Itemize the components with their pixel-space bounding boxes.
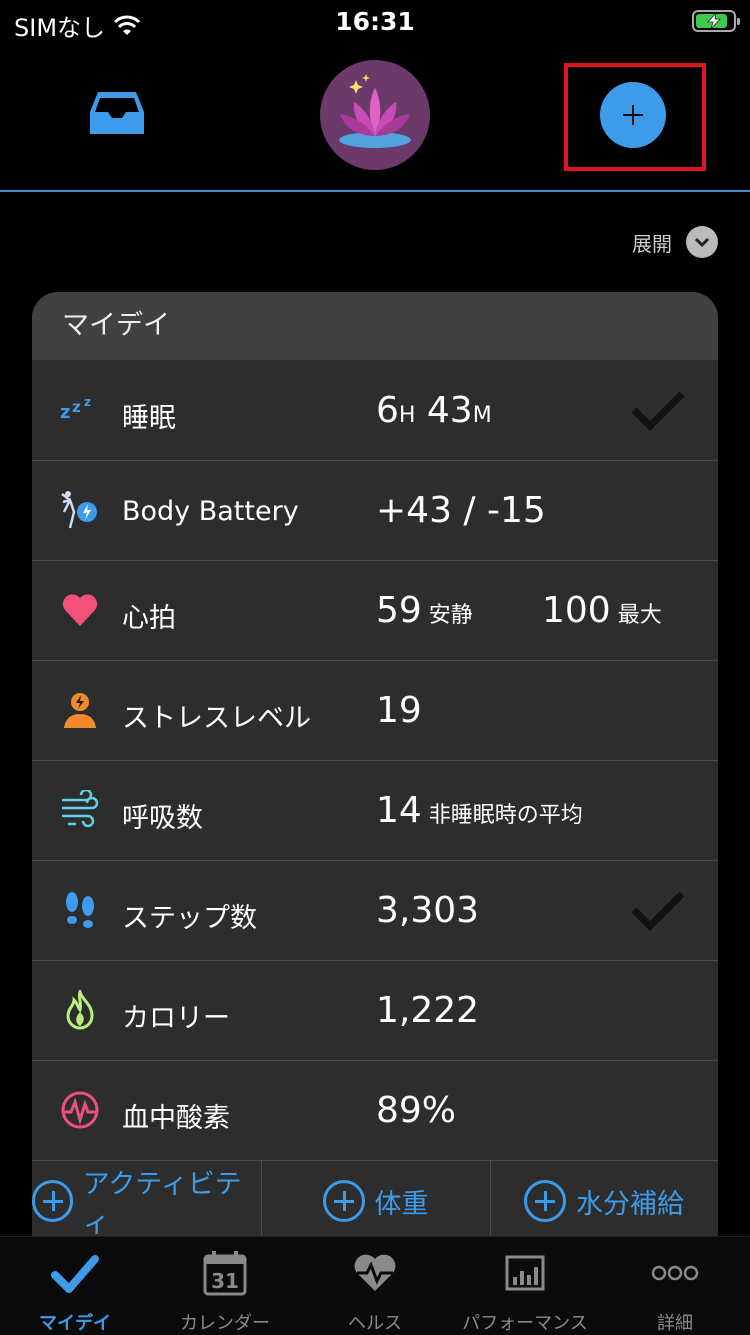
svg-text:z: z bbox=[72, 398, 81, 416]
svg-text:31: 31 bbox=[211, 1269, 239, 1293]
row-label: カロリー bbox=[122, 1003, 230, 1034]
sleep-row[interactable]: z z z 睡眠 6H 43M bbox=[32, 360, 718, 461]
row-label: ステップ数 bbox=[122, 903, 257, 934]
stress-person-icon bbox=[64, 693, 96, 728]
calories-row[interactable]: カロリー 1,222 bbox=[32, 960, 718, 1061]
sleep-zzz-icon: z z z bbox=[60, 395, 91, 423]
bottom-tab-bar: マイデイ 31 カレンダー ヘルス パフォーマンス 詳細 bbox=[0, 1236, 750, 1335]
clock: 16:31 bbox=[335, 7, 415, 36]
max-hr-value: 100 最大 bbox=[542, 590, 662, 631]
blood-oxygen-value: 89% bbox=[376, 1090, 457, 1131]
heart-pulse-icon bbox=[354, 1254, 396, 1291]
my-day-card: マイデイ z z z 睡眠 6H 43M Body Battery +43 / … bbox=[32, 292, 718, 1242]
add-activity-button[interactable]: アクティビティ bbox=[32, 1160, 261, 1242]
row-label: 睡眠 bbox=[122, 403, 176, 434]
row-label: 血中酸素 bbox=[122, 1103, 230, 1134]
svg-text:z: z bbox=[84, 395, 91, 409]
check-icon bbox=[631, 391, 685, 431]
resting-hr-value: 59 安静 bbox=[376, 590, 473, 631]
flame-icon bbox=[66, 990, 94, 1030]
quick-actions: アクティビティ 体重 水分補給 bbox=[32, 1160, 718, 1242]
chart-icon bbox=[505, 1255, 545, 1291]
expand-label: 展開 bbox=[632, 231, 672, 256]
tab-health[interactable]: ヘルス bbox=[300, 1237, 450, 1335]
inbox-icon[interactable] bbox=[88, 88, 146, 138]
chevron-down-icon bbox=[686, 226, 718, 258]
svg-text:z: z bbox=[60, 402, 70, 423]
footsteps-icon bbox=[66, 892, 94, 928]
blood-oxygen-icon bbox=[61, 1091, 99, 1129]
respiration-row[interactable]: 呼吸数 14 非睡眠時の平均 bbox=[32, 760, 718, 861]
respiration-wind-icon bbox=[62, 790, 99, 828]
body-battery-value: +43 / -15 bbox=[376, 490, 546, 531]
row-label: 心拍 bbox=[122, 603, 176, 634]
heart-rate-row[interactable]: 心拍 59 安静 100 最大 bbox=[32, 560, 718, 661]
calories-value: 1,222 bbox=[376, 990, 480, 1031]
plus-circle-icon bbox=[524, 1180, 566, 1222]
body-battery-row[interactable]: Body Battery +43 / -15 bbox=[32, 460, 718, 561]
blood-oxygen-row[interactable]: 血中酸素 89% bbox=[32, 1060, 718, 1161]
stress-row[interactable]: ストレスレベル 19 bbox=[32, 660, 718, 761]
checkmark-icon bbox=[51, 1255, 99, 1293]
status-bar: SIMなし 16:31 bbox=[0, 0, 750, 44]
respiration-value: 14 非睡眠時の平均 bbox=[376, 790, 583, 831]
steps-row[interactable]: ステップ数 3,303 bbox=[32, 860, 718, 961]
calendar-icon: 31 bbox=[203, 1251, 247, 1296]
battery-icon bbox=[692, 10, 740, 32]
check-icon bbox=[631, 891, 685, 931]
add-hydration-button[interactable]: 水分補給 bbox=[490, 1160, 718, 1242]
top-header bbox=[0, 44, 750, 192]
highlight-box bbox=[564, 63, 706, 171]
avatar[interactable] bbox=[320, 60, 430, 170]
tab-calendar[interactable]: 31 カレンダー bbox=[150, 1237, 300, 1335]
row-label: 呼吸数 bbox=[122, 803, 203, 834]
tab-my-day[interactable]: マイデイ bbox=[0, 1237, 150, 1335]
body-battery-icon bbox=[61, 491, 97, 529]
plus-circle-icon bbox=[32, 1180, 73, 1222]
stress-value: 19 bbox=[376, 690, 422, 731]
expand-toggle[interactable]: 展開 bbox=[632, 226, 718, 258]
row-label: Body Battery bbox=[122, 496, 299, 527]
tab-performance[interactable]: パフォーマンス bbox=[450, 1237, 600, 1335]
plus-circle-icon bbox=[322, 1180, 365, 1222]
sleep-value: 6H 43M bbox=[376, 390, 492, 431]
tab-more[interactable]: 詳細 bbox=[600, 1237, 750, 1335]
lotus-icon bbox=[339, 74, 411, 148]
more-dots-icon bbox=[651, 1265, 699, 1281]
row-label: ストレスレベル bbox=[122, 703, 311, 734]
add-weight-button[interactable]: 体重 bbox=[261, 1160, 490, 1242]
card-title: マイデイ bbox=[32, 292, 718, 360]
steps-value: 3,303 bbox=[376, 890, 480, 931]
heart-icon bbox=[62, 594, 98, 626]
